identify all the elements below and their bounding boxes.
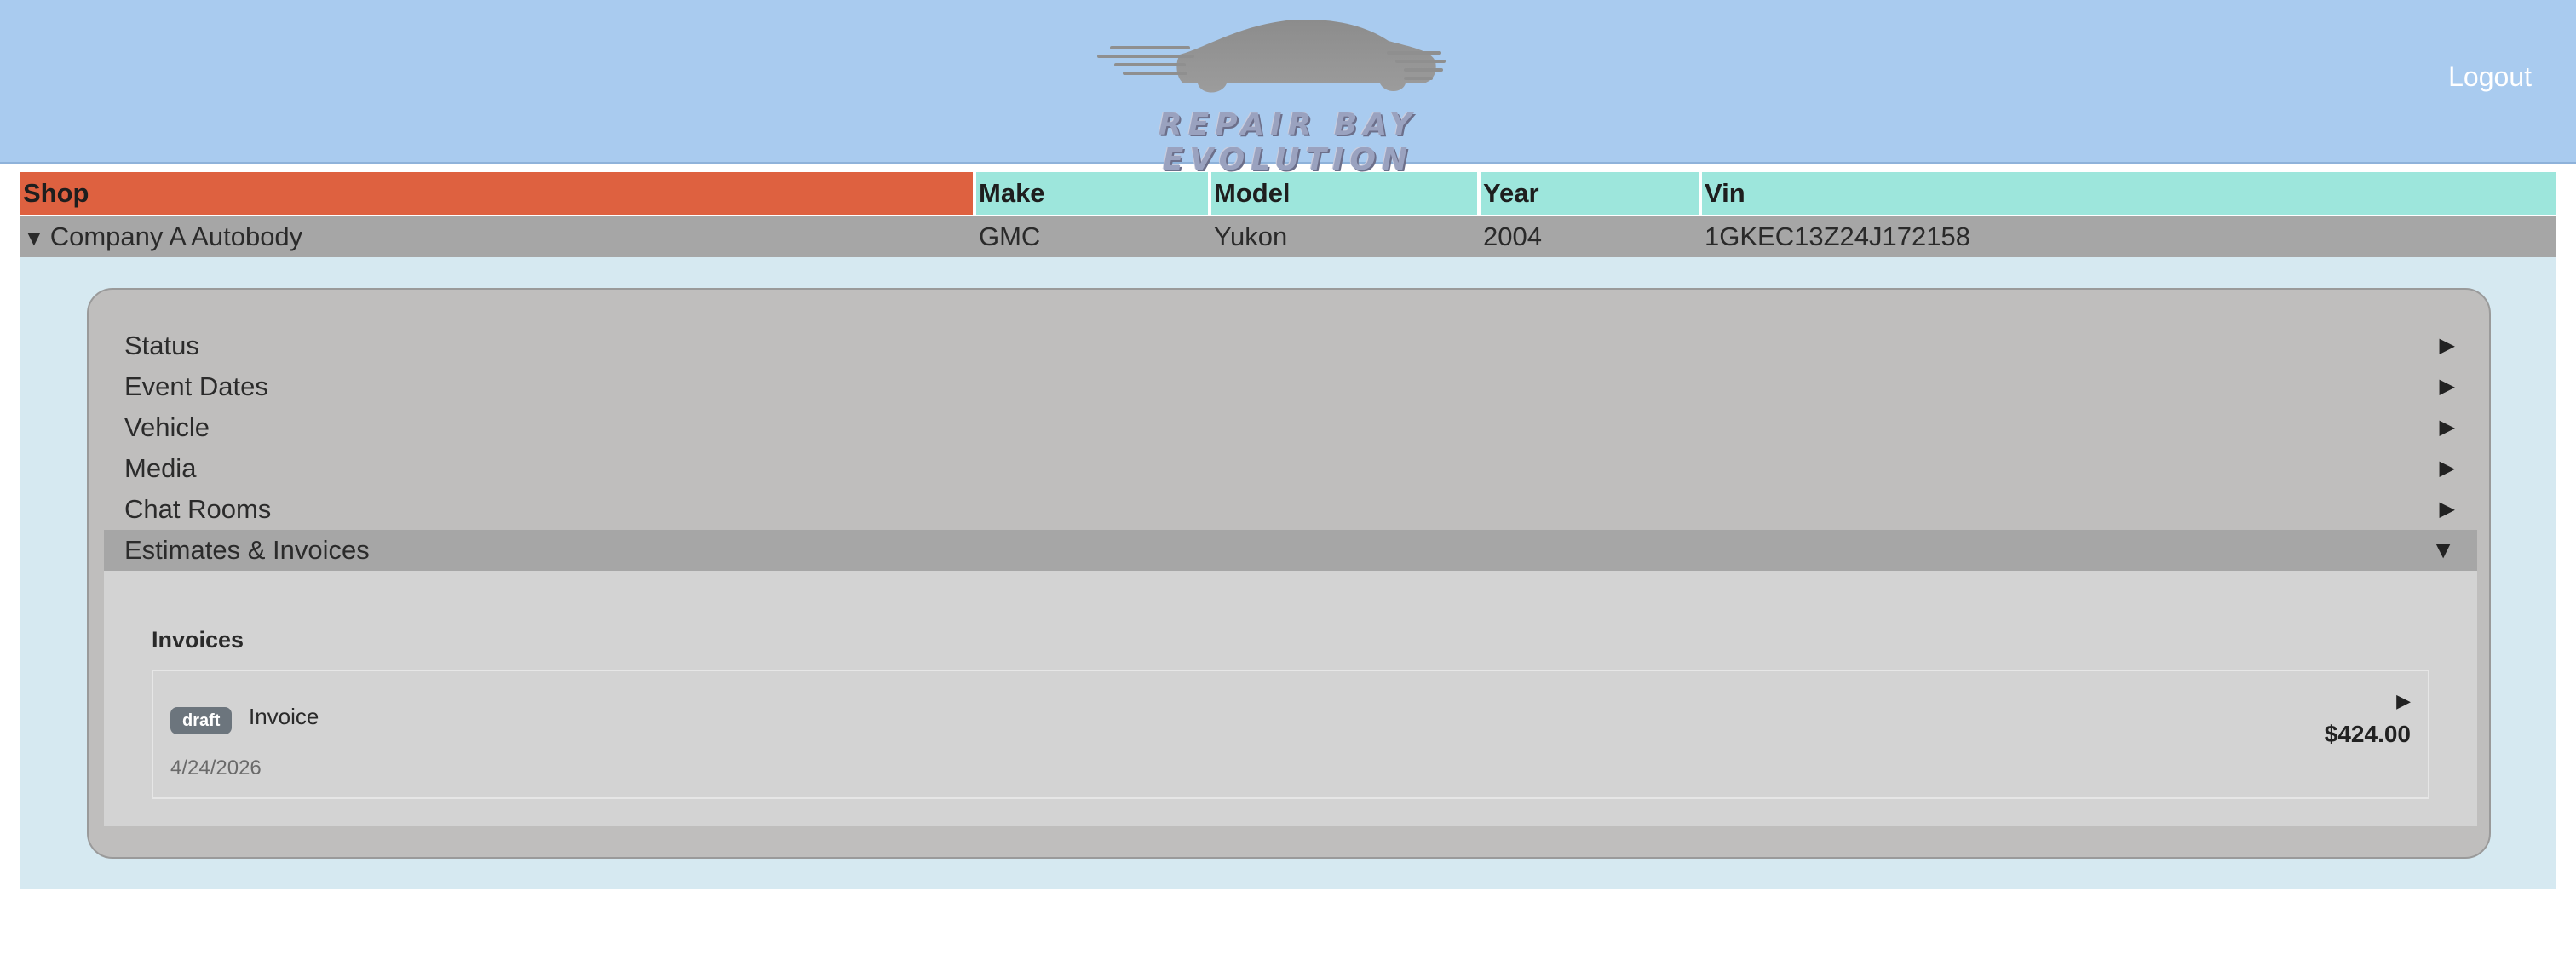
- section-event-dates[interactable]: Event Dates ▶: [104, 366, 2477, 407]
- logo-text: REPAIR BAY EVOLUTION: [1158, 107, 1418, 177]
- column-header-year[interactable]: Year: [1481, 172, 1699, 215]
- invoices-panel: Invoices draft Invoice 4/24/2026 ▶ $424.…: [104, 571, 2477, 826]
- section-label: Estimates & Invoices: [124, 535, 370, 565]
- status-badge: draft: [170, 707, 233, 734]
- collapse-caret-icon[interactable]: ▼: [23, 225, 45, 250]
- column-header-shop[interactable]: Shop: [20, 172, 973, 215]
- expand-arrow-icon: ▶: [2439, 498, 2455, 521]
- shop-name: Company A Autobody: [49, 221, 303, 251]
- section-label: Media: [124, 453, 197, 483]
- expand-arrow-icon: ▶: [2439, 334, 2455, 357]
- section-label: Vehicle: [124, 412, 210, 442]
- invoice-date: 4/24/2026: [170, 757, 262, 780]
- detail-card: Status ▶ Event Dates ▶ Vehicle ▶ Media ▶…: [87, 288, 2491, 859]
- section-status[interactable]: Status ▶: [104, 325, 2477, 366]
- table-header-row: Shop Make Model Year Vin: [20, 172, 2556, 215]
- invoice-label: Invoice: [249, 704, 319, 729]
- column-header-vin[interactable]: Vin: [1702, 172, 2556, 215]
- section-estimates-invoices[interactable]: Estimates & Invoices ▼: [104, 530, 2477, 571]
- invoice-card[interactable]: draft Invoice 4/24/2026 ▶ $424.00: [152, 670, 2429, 799]
- expand-arrow-icon[interactable]: ▶: [2396, 690, 2411, 712]
- column-header-model[interactable]: Model: [1211, 172, 1477, 215]
- section-list: Status ▶ Event Dates ▶ Vehicle ▶ Media ▶…: [104, 325, 2477, 826]
- row-detail-area: Status ▶ Event Dates ▶ Vehicle ▶ Media ▶…: [20, 257, 2556, 889]
- table-row[interactable]: ▼ Company A Autobody GMC Yukon 2004 1GKEC…: [20, 216, 2556, 257]
- section-media[interactable]: Media ▶: [104, 448, 2477, 489]
- section-chat-rooms[interactable]: Chat Rooms ▶: [104, 489, 2477, 530]
- cell-model: Yukon: [1214, 221, 1288, 251]
- cell-vin: 1GKEC13Z24J172158: [1705, 221, 1970, 251]
- collapse-arrow-icon: ▼: [2431, 537, 2455, 563]
- section-vehicle[interactable]: Vehicle ▶: [104, 407, 2477, 448]
- expand-arrow-icon: ▶: [2439, 457, 2455, 480]
- cell-year: 2004: [1483, 221, 1542, 251]
- column-header-make[interactable]: Make: [976, 172, 1208, 215]
- section-label: Status: [124, 331, 199, 360]
- section-label: Event Dates: [124, 371, 268, 401]
- app-header: REPAIR BAY EVOLUTION Logout: [0, 0, 2576, 177]
- invoice-amount: $424.00: [2324, 721, 2411, 747]
- section-label: Chat Rooms: [124, 494, 272, 524]
- invoices-heading: Invoices: [152, 627, 244, 653]
- expand-arrow-icon: ▶: [2439, 375, 2455, 398]
- cell-make: GMC: [979, 221, 1041, 251]
- logout-button[interactable]: Logout: [2448, 61, 2532, 93]
- cell-shop: ▼ Company A Autobody: [20, 216, 973, 257]
- expand-arrow-icon: ▶: [2439, 416, 2455, 439]
